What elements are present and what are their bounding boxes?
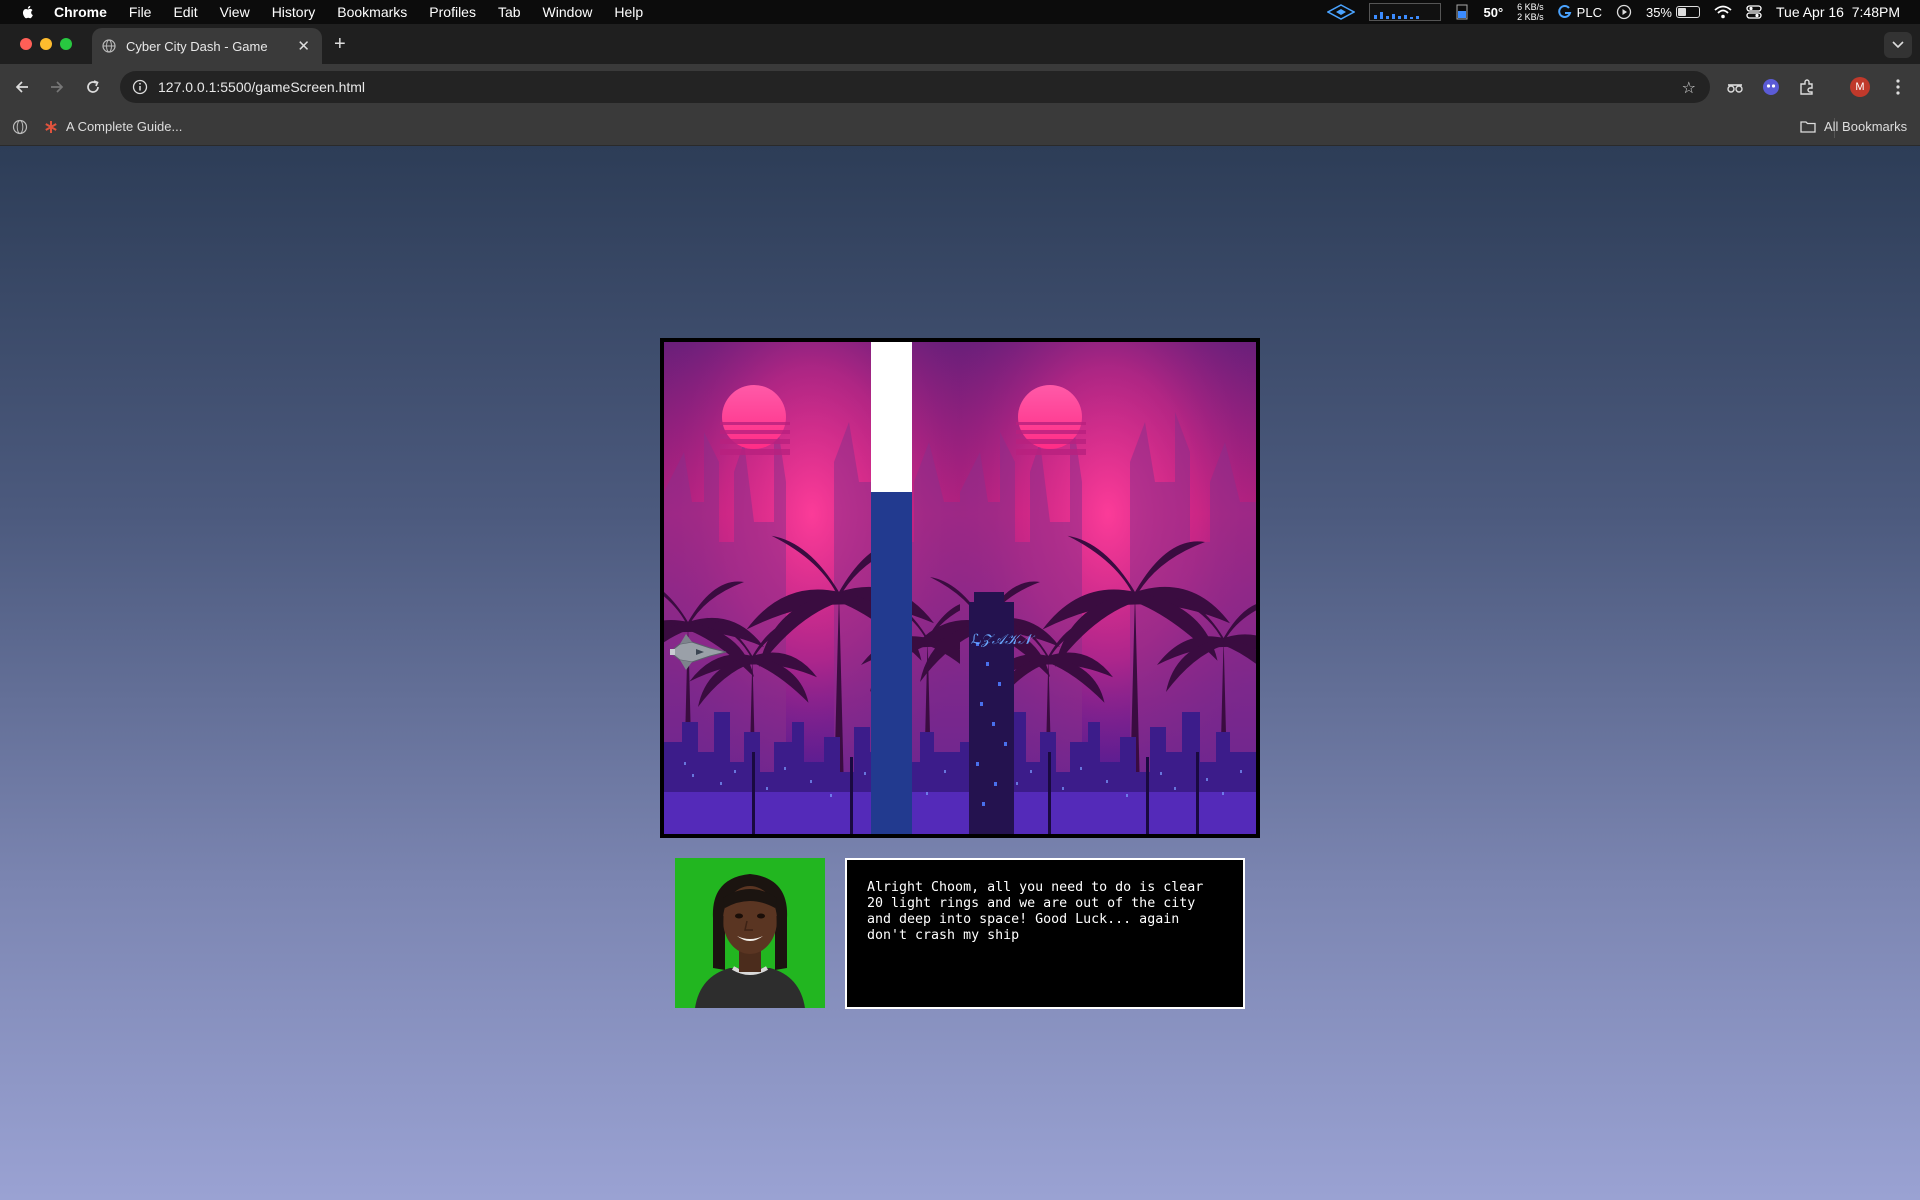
forward-button[interactable] (47, 77, 67, 97)
dialog-text: Alright Choom, all you need to do is cle… (867, 880, 1204, 943)
address-bar[interactable]: 127.0.0.1:5500/gameScreen.html ☆ (120, 71, 1710, 103)
memory-icon[interactable] (1455, 4, 1469, 20)
cpu-graph-icon[interactable] (1369, 3, 1442, 21)
menu-tab[interactable]: Tab (498, 4, 521, 20)
menu-bookmarks[interactable]: Bookmarks (337, 4, 407, 20)
more-menu-icon[interactable] (1887, 76, 1909, 98)
bookmark-label: A Complete Guide... (66, 119, 183, 134)
game-canvas[interactable]: ℒ𝒵𝒜𝒦𝒩 (664, 342, 1256, 834)
apps-icon[interactable] (12, 119, 28, 135)
window-controls (20, 38, 72, 50)
back-button[interactable] (12, 77, 32, 97)
extension-incognito-icon[interactable] (1724, 76, 1746, 98)
game-frame: ℒ𝒵𝒜𝒦𝒩 (660, 338, 1260, 838)
city-background-left (664, 342, 996, 834)
vpn-shield-icon[interactable] (1327, 4, 1356, 20)
control-center-icon[interactable] (1746, 5, 1762, 19)
close-tab-icon[interactable]: ✕ (297, 37, 310, 55)
menu-window[interactable]: Window (543, 4, 593, 20)
url-text[interactable]: 127.0.0.1:5500/gameScreen.html (158, 79, 365, 95)
play-circle-icon[interactable] (1616, 4, 1632, 20)
battery-status[interactable]: 35% (1646, 5, 1700, 20)
zoom-window-button[interactable] (60, 38, 72, 50)
net-up: 6 KB/s (1517, 2, 1544, 12)
status-area: 50° 6 KB/s 2 KB/s PLC 35% Tue Apr 16 7:4… (1327, 0, 1900, 24)
extensions-puzzle-icon[interactable] (1796, 76, 1818, 98)
folder-icon (1800, 121, 1816, 133)
menu-view[interactable]: View (220, 4, 250, 20)
reload-icon (87, 80, 99, 93)
bookmark-star-icon[interactable]: ☆ (1682, 78, 1696, 98)
profile-avatar[interactable]: M (1850, 77, 1870, 97)
vpn-label: PLC (1576, 4, 1602, 20)
battery-percent: 35% (1645, 4, 1672, 20)
menu-help[interactable]: Help (614, 4, 643, 20)
obstacle-top (871, 342, 912, 492)
character-portrait (675, 858, 825, 1008)
arrow-right-icon (51, 81, 64, 93)
clock[interactable]: Tue Apr 16 7:48PM (1776, 4, 1900, 20)
wifi-icon[interactable] (1714, 5, 1732, 19)
close-window-button[interactable] (20, 38, 32, 50)
obstacle-bottom (871, 492, 912, 834)
tab-cyber-city-dash[interactable]: Cyber City Dash - Game ✕ (92, 28, 322, 64)
menu-bar: Chrome File Edit View History Bookmarks … (0, 0, 1920, 24)
menu-history[interactable]: History (272, 4, 316, 20)
browser-toolbar: 127.0.0.1:5500/gameScreen.html ☆ M (0, 64, 1920, 110)
bookmarks-bar: A Complete Guide... All Bookmarks (0, 110, 1920, 146)
temperature-readout[interactable]: 50° (1483, 5, 1503, 20)
tab-strip: Cyber City Dash - Game ✕ + (0, 24, 1920, 64)
menu-profiles[interactable]: Profiles (429, 4, 476, 20)
vpn-status[interactable]: PLC (1557, 4, 1602, 20)
net-down: 2 KB/s (1517, 12, 1544, 22)
bookmark-complete-guide[interactable]: A Complete Guide... (44, 119, 182, 134)
asterisk-icon (45, 120, 57, 133)
menu-edit[interactable]: Edit (173, 4, 197, 20)
site-info-icon[interactable] (132, 79, 148, 95)
city-background-right (910, 342, 1256, 834)
tab-search-button[interactable] (1884, 32, 1912, 58)
extension-ghost-icon[interactable] (1760, 76, 1782, 98)
neon-graffiti-sign: ℒ𝒵𝒜𝒦𝒩 (971, 632, 1036, 648)
all-bookmarks-button[interactable]: All Bookmarks (1800, 119, 1907, 134)
tab-title: Cyber City Dash - Game (126, 38, 268, 54)
network-speed[interactable]: 6 KB/s 2 KB/s (1517, 2, 1544, 22)
new-tab-button[interactable]: + (334, 33, 346, 56)
page-background: ℒ𝒵𝒜𝒦𝒩 Alright Choom, all you need to do … (0, 146, 1920, 1200)
arrow-left-icon (15, 81, 28, 93)
g-logo-icon (1557, 5, 1572, 18)
apple-icon[interactable] (20, 4, 36, 20)
menu-file[interactable]: File (129, 4, 152, 20)
character-avatar (675, 858, 825, 1008)
reload-button[interactable] (83, 77, 103, 97)
globe-icon (102, 39, 116, 53)
minimize-window-button[interactable] (40, 38, 52, 50)
battery-icon (1676, 6, 1700, 18)
chevron-down-icon (1892, 41, 1904, 49)
all-bookmarks-label: All Bookmarks (1824, 119, 1908, 134)
menu-app-name[interactable]: Chrome (54, 4, 107, 20)
dialog-box: Alright Choom, all you need to do is cle… (845, 858, 1245, 1009)
